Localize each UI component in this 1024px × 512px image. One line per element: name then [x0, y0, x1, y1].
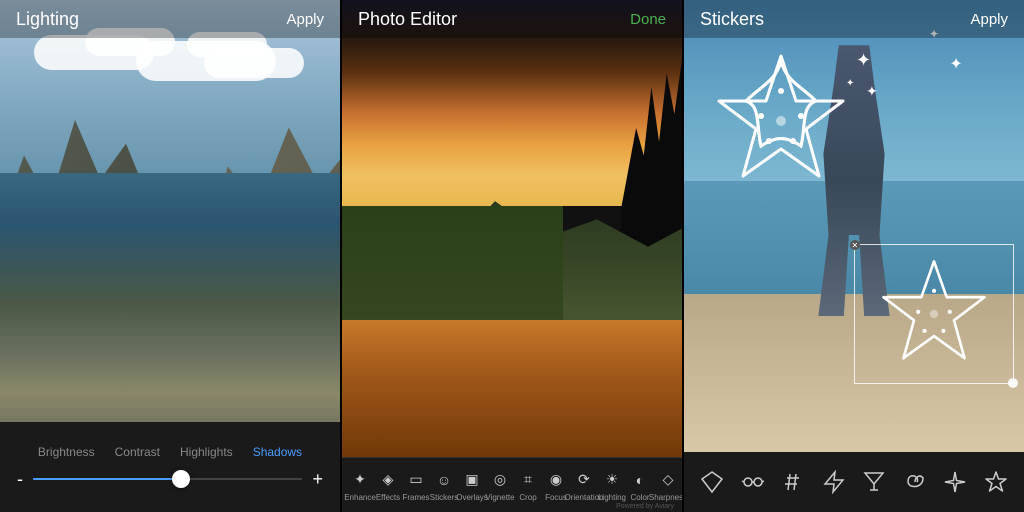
stickers-header: Stickers Apply [684, 0, 1024, 38]
frames-icon: ▭ [405, 469, 427, 491]
vignette-icon: ◎ [489, 469, 511, 491]
stickers-apply-button[interactable]: Apply [970, 11, 1008, 28]
overlays-label: Overlays [456, 493, 488, 502]
sharpness-icon: ◇ [657, 469, 679, 491]
tool-effects[interactable]: ◈ Effects [374, 469, 402, 502]
cloud [204, 48, 304, 78]
enhance-icon: ✦ [349, 469, 371, 491]
shadows-slider[interactable]: - + [17, 469, 323, 490]
sticker-scale-handle[interactable] [1008, 378, 1018, 388]
stickers-panel: ✦ ✦ ✦ ✕ ✦ ✦ [684, 0, 1024, 512]
slider-fill [33, 478, 181, 480]
tool-orientation[interactable]: ⟳ Orientation [570, 469, 598, 502]
slider-thumb[interactable] [172, 470, 190, 488]
sharpness-label: Sharpness [649, 493, 682, 502]
tab-contrast[interactable]: Contrast [115, 445, 160, 459]
svg-text:✦: ✦ [846, 78, 854, 89]
color-label: Color [630, 493, 649, 502]
sticker-tool-starfish[interactable] [978, 464, 1014, 500]
tool-enhance[interactable]: ✦ Enhance [346, 469, 374, 502]
tool-crop[interactable]: ⌗ Crop [514, 469, 542, 502]
vignette-label: Vignette [485, 493, 514, 502]
sticker-toolbar [684, 452, 1024, 512]
sticker-tool-swirl[interactable] [897, 464, 933, 500]
tool-sharpness[interactable]: ◇ Sharpness [654, 469, 682, 502]
sunset-water [342, 320, 682, 457]
sticker-tool-lightning[interactable] [816, 464, 852, 500]
sticker-tool-cocktail[interactable] [856, 464, 892, 500]
stickers-label: Stickers [430, 493, 458, 502]
sticker-tool-sparkle[interactable] [937, 464, 973, 500]
tool-frames[interactable]: ▭ Frames [402, 469, 430, 502]
stickers-title: Stickers [700, 9, 764, 30]
lighting-panel: Lighting Apply Brightness Contrast Highl… [0, 0, 340, 512]
enhance-label: Enhance [344, 493, 376, 502]
crop-label: Crop [519, 493, 536, 502]
lighting-title: Lighting [16, 9, 79, 30]
color-icon: ◐ [629, 469, 651, 491]
tool-stickers[interactable]: ☺ Stickers [430, 469, 458, 502]
crop-icon: ⌗ [517, 469, 539, 491]
tab-shadows[interactable]: Shadows [253, 445, 302, 459]
svg-text:✦: ✦ [856, 50, 871, 70]
sunset-photo [342, 0, 682, 457]
svg-text:✦: ✦ [866, 85, 878, 100]
editor-done-button[interactable]: Done [630, 11, 666, 28]
fjord-photo [0, 0, 340, 432]
lighting-icon: ☀ [601, 469, 623, 491]
frames-label: Frames [402, 493, 429, 502]
lighting-header: Lighting Apply [0, 0, 340, 38]
tab-highlights[interactable]: Highlights [180, 445, 233, 459]
focus-icon: ◉ [545, 469, 567, 491]
tool-vignette[interactable]: ◎ Vignette [486, 469, 514, 502]
slider-plus-icon: + [312, 469, 323, 490]
sticker-tool-glasses[interactable] [735, 464, 771, 500]
overlays-icon: ▣ [461, 469, 483, 491]
lighting-apply-button[interactable]: Apply [286, 11, 324, 28]
tool-lighting[interactable]: ☀ Lighting [598, 469, 626, 502]
sticker-tool-diamond[interactable] [694, 464, 730, 500]
lighting-label: Lighting [598, 493, 626, 502]
water-reflection [51, 173, 289, 324]
sticker-transform-frame[interactable]: ✕ [854, 244, 1014, 384]
stickers-icon: ☺ [433, 469, 455, 491]
lighting-controls: Brightness Contrast Highlights Shadows -… [0, 422, 340, 512]
effects-label: Effects [376, 493, 400, 502]
sticker-tool-hashtag[interactable] [775, 464, 811, 500]
editor-title: Photo Editor [358, 9, 457, 30]
sticker-close-handle[interactable]: ✕ [850, 240, 860, 250]
sticker-starfish-large[interactable]: ✦ ✦ ✦ [701, 36, 901, 196]
slider-track[interactable] [33, 478, 302, 480]
editor-toolbar: ✦ Enhance ◈ Effects ▭ Frames ☺ Stickers … [342, 457, 682, 512]
slider-minus-icon: - [17, 469, 23, 490]
lighting-tabs: Brightness Contrast Highlights Shadows [38, 445, 302, 459]
watermark: Powered by Aviary [616, 503, 674, 510]
effects-icon: ◈ [377, 469, 399, 491]
beach-photo: ✦ ✦ ✦ ✕ ✦ ✦ [684, 0, 1024, 452]
sparkle-dot-1: ✦ [949, 54, 962, 74]
orientation-icon: ⟳ [573, 469, 595, 491]
editor-header: Photo Editor Done [342, 0, 682, 38]
photo-editor-panel: Photo Editor Done ✦ Enhance ◈ Effects ▭ … [342, 0, 682, 512]
tab-brightness[interactable]: Brightness [38, 445, 95, 459]
tool-overlays[interactable]: ▣ Overlays [458, 469, 486, 502]
